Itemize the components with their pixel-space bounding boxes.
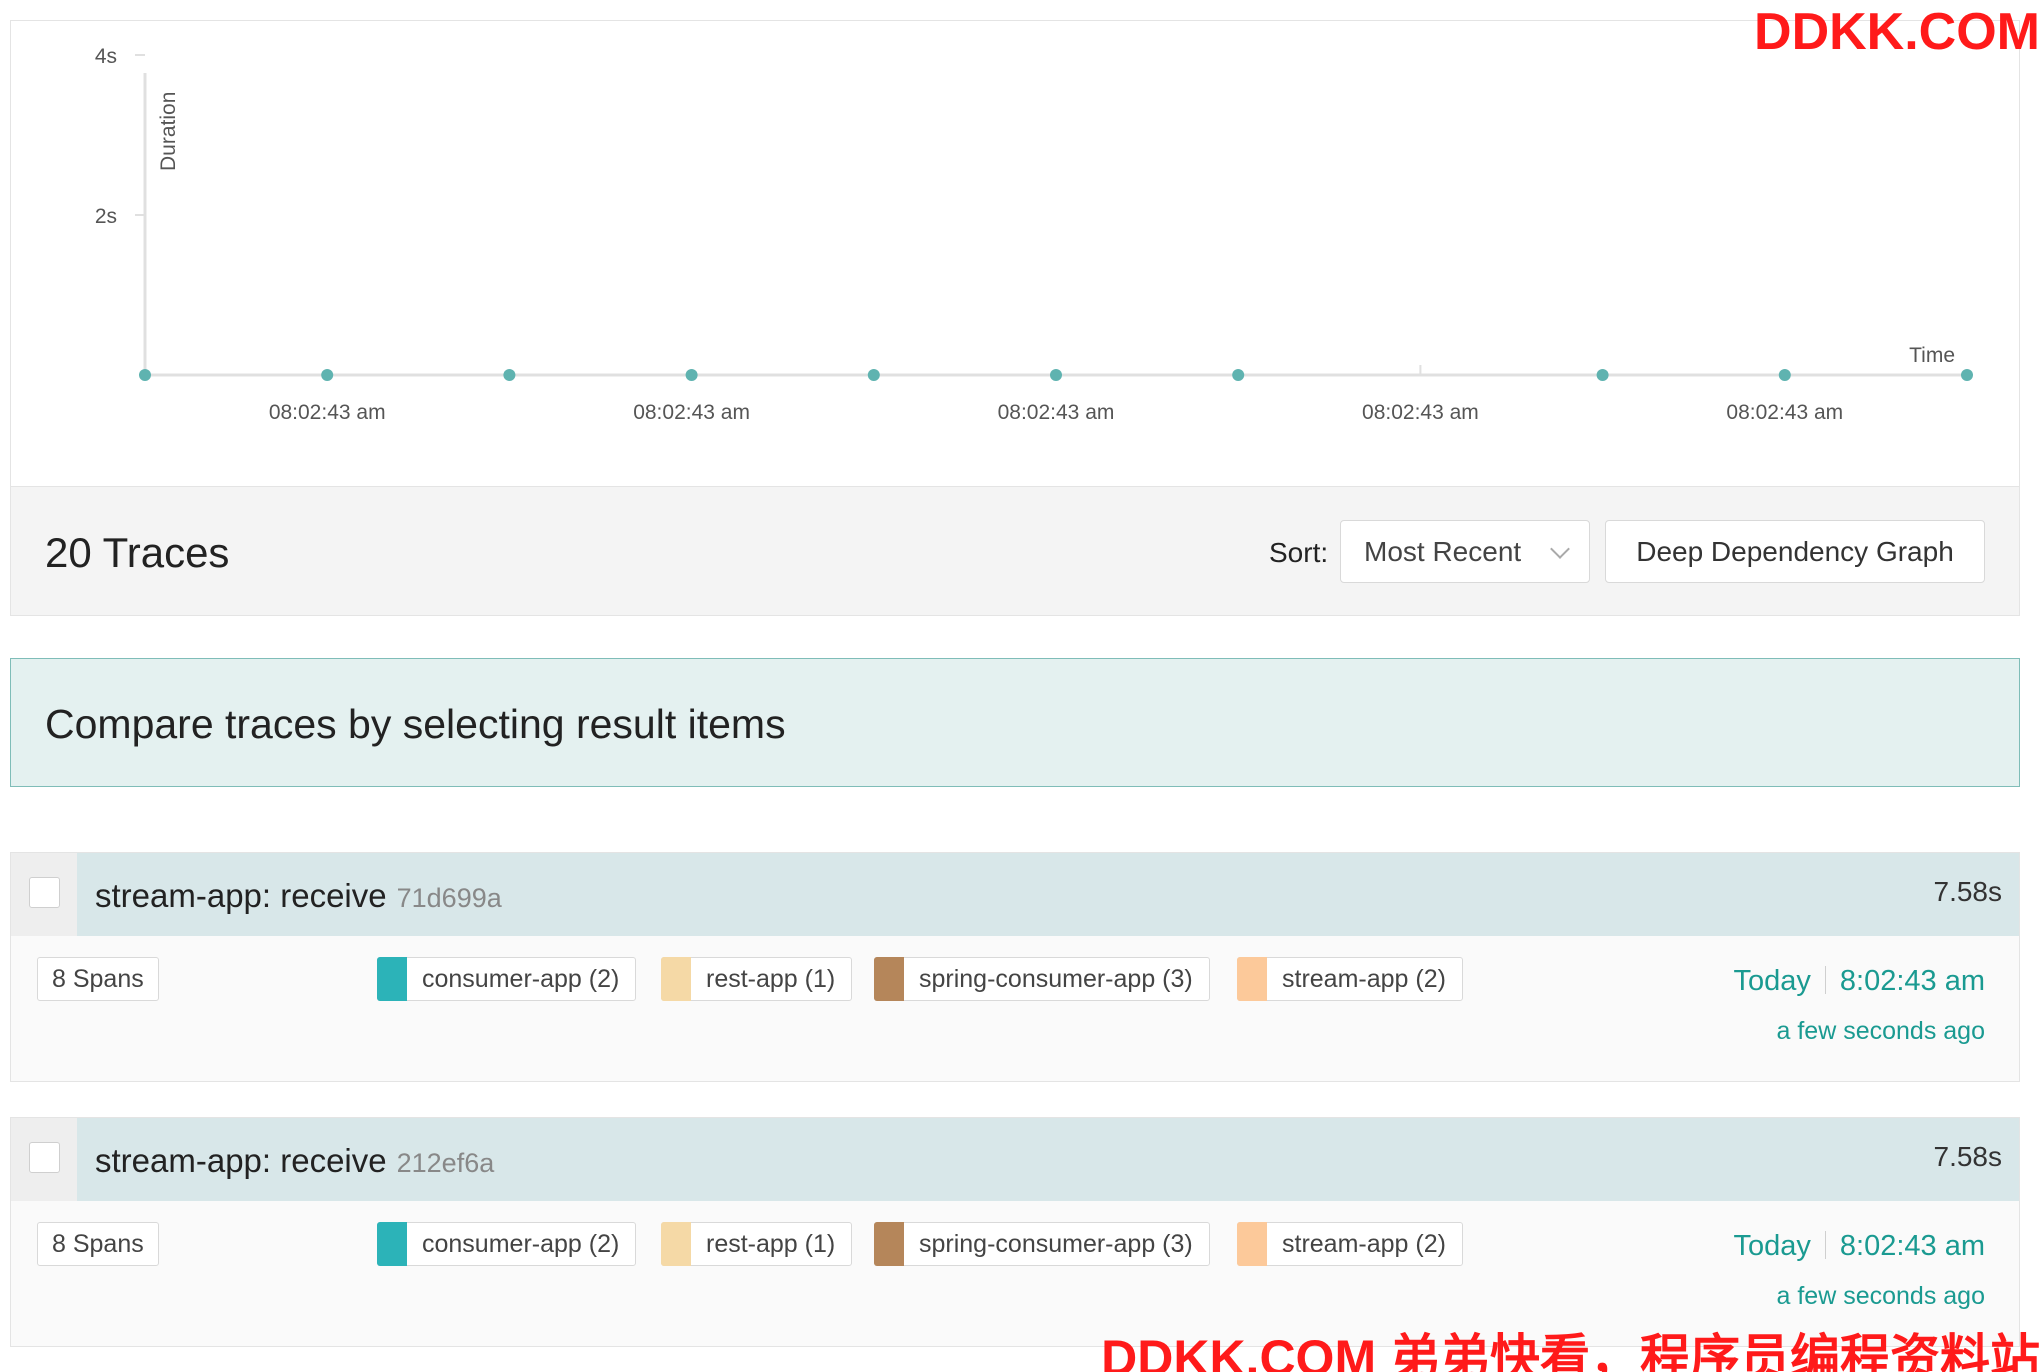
service-tag-label: rest-app (1) (706, 965, 836, 993)
trace-start-time: Today 8:02:43 am (1734, 965, 1986, 998)
service-tag-label: rest-app (1) (706, 1230, 836, 1258)
trace-header[interactable]: stream-app: receive 71d699a 7.58s (11, 853, 2019, 936)
sort-select[interactable]: Most Recent (1340, 520, 1590, 583)
trace-select-cell (11, 1118, 77, 1201)
x-tick-label: 08:02:43 am (998, 401, 1115, 424)
compare-banner: Compare traces by selecting result items (10, 658, 2020, 787)
trace-name: stream-app: receive (95, 1142, 387, 1179)
trace-title[interactable]: stream-app: receive 71d699a (95, 877, 502, 915)
x-tick-label: 08:02:43 am (1362, 401, 1479, 424)
x-axis-dot (139, 369, 151, 381)
y-axis-title: Duration (157, 92, 180, 171)
x-axis-dot (685, 369, 698, 381)
date-separator (1824, 1231, 1826, 1259)
service-tag: stream-app (2) (1237, 957, 1463, 1001)
x-axis-dot (1596, 369, 1609, 381)
service-tag-label: spring-consumer-app (3) (919, 965, 1193, 993)
x-axis-dot (867, 369, 880, 381)
service-color-swatch (1237, 957, 1267, 1001)
service-color-swatch (661, 957, 691, 1001)
trace-relative-time: a few seconds ago (1776, 1017, 1985, 1045)
service-tag: stream-app (2) (1237, 1222, 1463, 1266)
service-color-swatch (661, 1222, 691, 1266)
service-tag-label: consumer-app (2) (422, 965, 620, 993)
trace-header[interactable]: stream-app: receive 212ef6a 7.58s (11, 1118, 2019, 1201)
x-axis-title: Time (1909, 344, 1955, 367)
x-axis-dot (503, 369, 516, 381)
service-color-swatch (874, 1222, 904, 1266)
trace-select-cell (11, 853, 77, 936)
x-axis-dot (1050, 369, 1062, 381)
trace-id: 212ef6a (396, 1148, 495, 1178)
x-axis-dot (1961, 369, 1973, 381)
span-count-badge: 8 Spans (37, 957, 159, 1001)
trace-start-time: Today 8:02:43 am (1734, 1230, 1986, 1263)
service-tag-label: stream-app (2) (1282, 965, 1446, 993)
service-tag-label: consumer-app (2) (422, 1230, 620, 1258)
trace-time: 8:02:43 am (1839, 965, 1985, 997)
sort-label: Sort: (1269, 537, 1329, 568)
trace-select-checkbox[interactable] (29, 877, 60, 908)
service-tag: spring-consumer-app (3) (874, 957, 1210, 1001)
trace-duration: 7.58s (1933, 1141, 2003, 1172)
chevron-down-icon (1550, 539, 1570, 559)
service-tag: spring-consumer-app (3) (874, 1222, 1210, 1266)
date-separator (1824, 966, 1826, 994)
x-tick-label: 08:02:43 am (269, 401, 386, 424)
trace-time: 8:02:43 am (1839, 1230, 1985, 1262)
service-tag: consumer-app (2) (377, 957, 637, 1001)
service-color-swatch (1237, 1222, 1267, 1266)
x-axis-dot (321, 369, 334, 381)
results-header: 20 Traces Sort: Most Recent Deep Depende… (10, 486, 2020, 616)
trace-select-checkbox[interactable] (29, 1142, 60, 1173)
trace-duration: 7.58s (1933, 876, 2003, 907)
x-tick-label: 08:02:43 am (1726, 401, 1843, 424)
trace-name: stream-app: receive (95, 877, 387, 914)
deep-dependency-graph-button[interactable]: Deep Dependency Graph (1605, 520, 1985, 583)
trace-result-item[interactable]: stream-app: receive 71d699a 7.58s 8 Spans… (10, 852, 2020, 1082)
trace-title[interactable]: stream-app: receive 212ef6a (95, 1142, 494, 1180)
y-tick-label: 4s (95, 45, 117, 68)
service-tag: rest-app (1) (661, 957, 853, 1001)
service-color-swatch (377, 1222, 407, 1266)
results-count-title: 20 Traces (45, 529, 230, 576)
y-tick-label: 2s (95, 205, 117, 228)
x-tick-label: 08:02:43 am (633, 401, 750, 424)
service-color-swatch (874, 957, 904, 1001)
scatter-plot-svg: 6s4s2sDurationTime08:02:43 am08:02:43 am… (95, 45, 1973, 424)
x-axis-dot (1778, 369, 1791, 381)
service-tag: rest-app (1) (661, 1222, 853, 1266)
span-count-badge: 8 Spans (37, 1222, 159, 1266)
service-color-swatch (377, 957, 407, 1001)
service-tag-label: spring-consumer-app (3) (919, 1230, 1193, 1258)
service-tag-label: stream-app (2) (1282, 1230, 1446, 1258)
trace-day: Today (1733, 965, 1811, 997)
watermark-bottom: DDKK.COM 弟弟快看，程序员编程资料站 (1101, 1330, 2040, 1372)
sort-select-value: Most Recent (1364, 536, 1522, 567)
service-tag: consumer-app (2) (377, 1222, 637, 1266)
trace-day: Today (1733, 1230, 1811, 1262)
trace-id: 71d699a (396, 883, 502, 913)
compare-banner-text: Compare traces by selecting result items (45, 701, 786, 747)
trace-relative-time: a few seconds ago (1776, 1282, 1985, 1310)
trace-scatter-plot: 6s4s2sDurationTime08:02:43 am08:02:43 am… (10, 20, 2020, 487)
x-axis-dot (1232, 369, 1245, 381)
watermark-top: DDKK.COM (1754, 3, 2040, 61)
trace-result-item[interactable]: stream-app: receive 212ef6a 7.58s 8 Spans… (10, 1117, 2020, 1347)
